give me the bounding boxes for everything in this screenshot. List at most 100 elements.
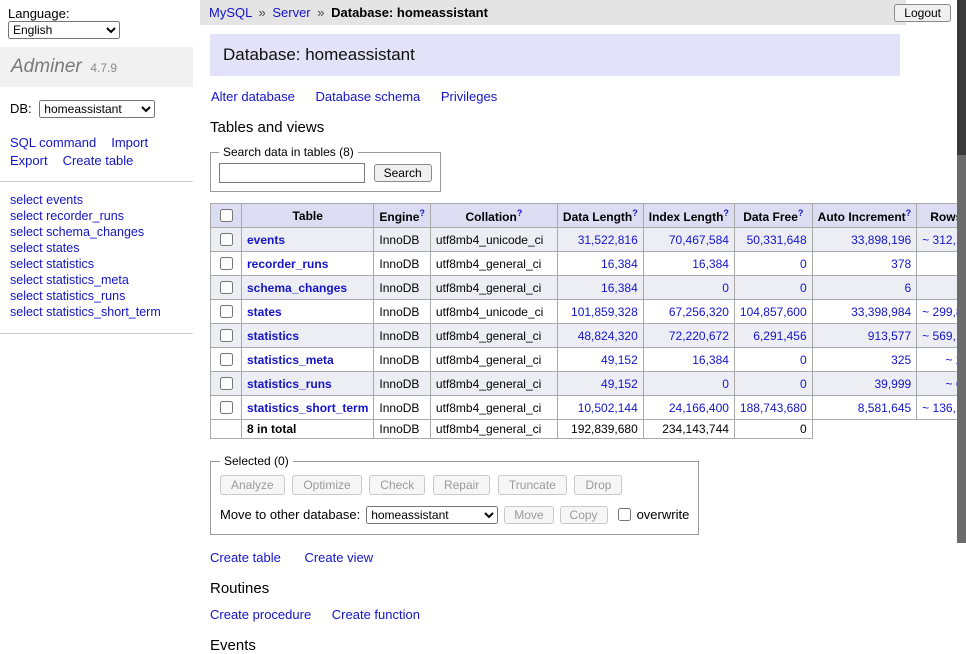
copy-button[interactable]: Copy	[560, 506, 608, 524]
table-name-link[interactable]: schema_changes	[247, 281, 347, 295]
table-name-link[interactable]: statistics_meta	[247, 353, 334, 367]
help-icon[interactable]: ?	[419, 208, 425, 218]
engine-cell: InnoDB	[374, 324, 431, 348]
sidebar-item-select-recorder-runs[interactable]: select recorder_runs	[10, 208, 183, 224]
data-free-link[interactable]: 6,291,456	[753, 329, 806, 343]
data-free-link[interactable]: 0	[800, 281, 807, 295]
logout-button[interactable]: Logout	[894, 4, 951, 22]
select-all-checkbox[interactable]	[220, 209, 233, 222]
db-select[interactable]: homeassistant	[39, 100, 155, 118]
data-free-link[interactable]: 50,331,648	[747, 233, 807, 247]
drop-button[interactable]: Drop	[574, 475, 622, 495]
breadcrumb-mysql-link[interactable]: MySQL	[209, 5, 252, 20]
sidebar-item-select-statistics-short-term[interactable]: select statistics_short_term	[10, 304, 183, 320]
engine-cell: InnoDB	[374, 228, 431, 252]
data-length-link[interactable]: 31,522,816	[578, 233, 638, 247]
help-icon[interactable]: ?	[723, 208, 729, 218]
auto-increment-link[interactable]: 33,398,984	[851, 305, 911, 319]
sidebar-item-select-schema-changes[interactable]: select schema_changes	[10, 224, 183, 240]
sidebar-import-link[interactable]: Import	[111, 135, 148, 150]
table-name-link[interactable]: states	[247, 305, 282, 319]
help-icon[interactable]: ?	[798, 208, 804, 218]
index-length-link[interactable]: 67,256,320	[669, 305, 729, 319]
create-links: Create table Create view	[210, 550, 910, 565]
table-name-link[interactable]: events	[247, 233, 285, 247]
data-length-link[interactable]: 10,502,144	[578, 401, 638, 415]
index-length-link[interactable]: 70,467,584	[669, 233, 729, 247]
auto-increment-link[interactable]: 33,898,196	[851, 233, 911, 247]
row-select-checkbox[interactable]	[220, 401, 233, 414]
help-icon[interactable]: ?	[517, 208, 523, 218]
table-name-link[interactable]: recorder_runs	[247, 257, 328, 271]
sidebar-item-select-events[interactable]: select events	[10, 192, 183, 208]
create-procedure-link[interactable]: Create procedure	[210, 607, 311, 622]
collation-cell: utf8mb4_general_ci	[430, 276, 557, 300]
table-name-link[interactable]: statistics_short_term	[247, 401, 368, 415]
data-length-link[interactable]: 101,859,328	[571, 305, 638, 319]
data-free-link[interactable]: 0	[800, 377, 807, 391]
auto-increment-link[interactable]: 39,999	[874, 377, 911, 391]
scrollbar-thumb[interactable]	[957, 0, 966, 155]
column-header-auto-increment: Auto Increment?	[812, 204, 917, 228]
row-select-checkbox[interactable]	[220, 257, 233, 270]
data-length-link[interactable]: 49,152	[601, 377, 638, 391]
auto-increment-link[interactable]: 8,581,645	[858, 401, 911, 415]
language-select[interactable]: English	[8, 21, 120, 39]
data-length-link[interactable]: 49,152	[601, 353, 638, 367]
index-length-link[interactable]: 24,166,400	[669, 401, 729, 415]
row-select-checkbox[interactable]	[220, 281, 233, 294]
check-button[interactable]: Check	[369, 475, 425, 495]
sidebar-item-select-statistics-runs[interactable]: select statistics_runs	[10, 288, 183, 304]
create-table-link[interactable]: Create table	[210, 550, 281, 565]
auto-increment-link[interactable]: 378	[891, 257, 911, 271]
index-length-link[interactable]: 16,384	[692, 257, 729, 271]
row-select-checkbox[interactable]	[220, 233, 233, 246]
data-free-link[interactable]: 0	[800, 353, 807, 367]
row-select-checkbox[interactable]	[220, 377, 233, 390]
sidebar-create-table-link[interactable]: Create table	[63, 153, 134, 168]
auto-increment-link[interactable]: 6	[904, 281, 911, 295]
move-database-select[interactable]: homeassistant	[366, 506, 498, 524]
create-view-link[interactable]: Create view	[304, 550, 373, 565]
data-free-link[interactable]: 104,857,600	[740, 305, 807, 319]
data-free-link[interactable]: 188,743,680	[740, 401, 807, 415]
database-schema-link[interactable]: Database schema	[315, 89, 420, 104]
index-length-link[interactable]: 0	[722, 281, 729, 295]
index-length-link[interactable]: 0	[722, 377, 729, 391]
data-length-link[interactable]: 48,824,320	[578, 329, 638, 343]
analyze-button[interactable]: Analyze	[220, 475, 285, 495]
scrollbar[interactable]	[957, 0, 966, 543]
overwrite-checkbox[interactable]	[618, 508, 631, 521]
search-button[interactable]: Search	[374, 164, 432, 182]
optimize-button[interactable]: Optimize	[292, 475, 361, 495]
sidebar-item-select-states[interactable]: select states	[10, 240, 183, 256]
move-button[interactable]: Move	[504, 506, 553, 524]
data-length-link[interactable]: 16,384	[601, 257, 638, 271]
sidebar-item-select-statistics[interactable]: select statistics	[10, 256, 183, 272]
auto-increment-link[interactable]: 325	[891, 353, 911, 367]
search-input[interactable]	[219, 163, 365, 183]
auto-increment-link[interactable]: 913,577	[868, 329, 911, 343]
sidebar-sql-command-link[interactable]: SQL command	[10, 135, 96, 150]
data-free-link[interactable]: 0	[800, 257, 807, 271]
repair-button[interactable]: Repair	[433, 475, 490, 495]
row-select-checkbox[interactable]	[220, 353, 233, 366]
data-length-link[interactable]: 16,384	[601, 281, 638, 295]
help-icon[interactable]: ?	[906, 208, 912, 218]
index-length-link[interactable]: 72,220,672	[669, 329, 729, 343]
table-name-link[interactable]: statistics	[247, 329, 299, 343]
engine-cell: InnoDB	[374, 276, 431, 300]
index-length-link[interactable]: 16,384	[692, 353, 729, 367]
privileges-link[interactable]: Privileges	[441, 89, 497, 104]
alter-database-link[interactable]: Alter database	[211, 89, 295, 104]
create-function-link[interactable]: Create function	[332, 607, 420, 622]
breadcrumb-server-link[interactable]: Server	[272, 5, 310, 20]
truncate-button[interactable]: Truncate	[498, 475, 567, 495]
row-select-checkbox[interactable]	[220, 305, 233, 318]
table-name-link[interactable]: statistics_runs	[247, 377, 332, 391]
sidebar-item-select-statistics-meta[interactable]: select statistics_meta	[10, 272, 183, 288]
row-select-checkbox[interactable]	[220, 329, 233, 342]
help-icon[interactable]: ?	[632, 208, 638, 218]
sidebar-export-link[interactable]: Export	[10, 153, 48, 168]
table-row: statisticsInnoDButf8mb4_general_ci48,824…	[211, 324, 966, 348]
